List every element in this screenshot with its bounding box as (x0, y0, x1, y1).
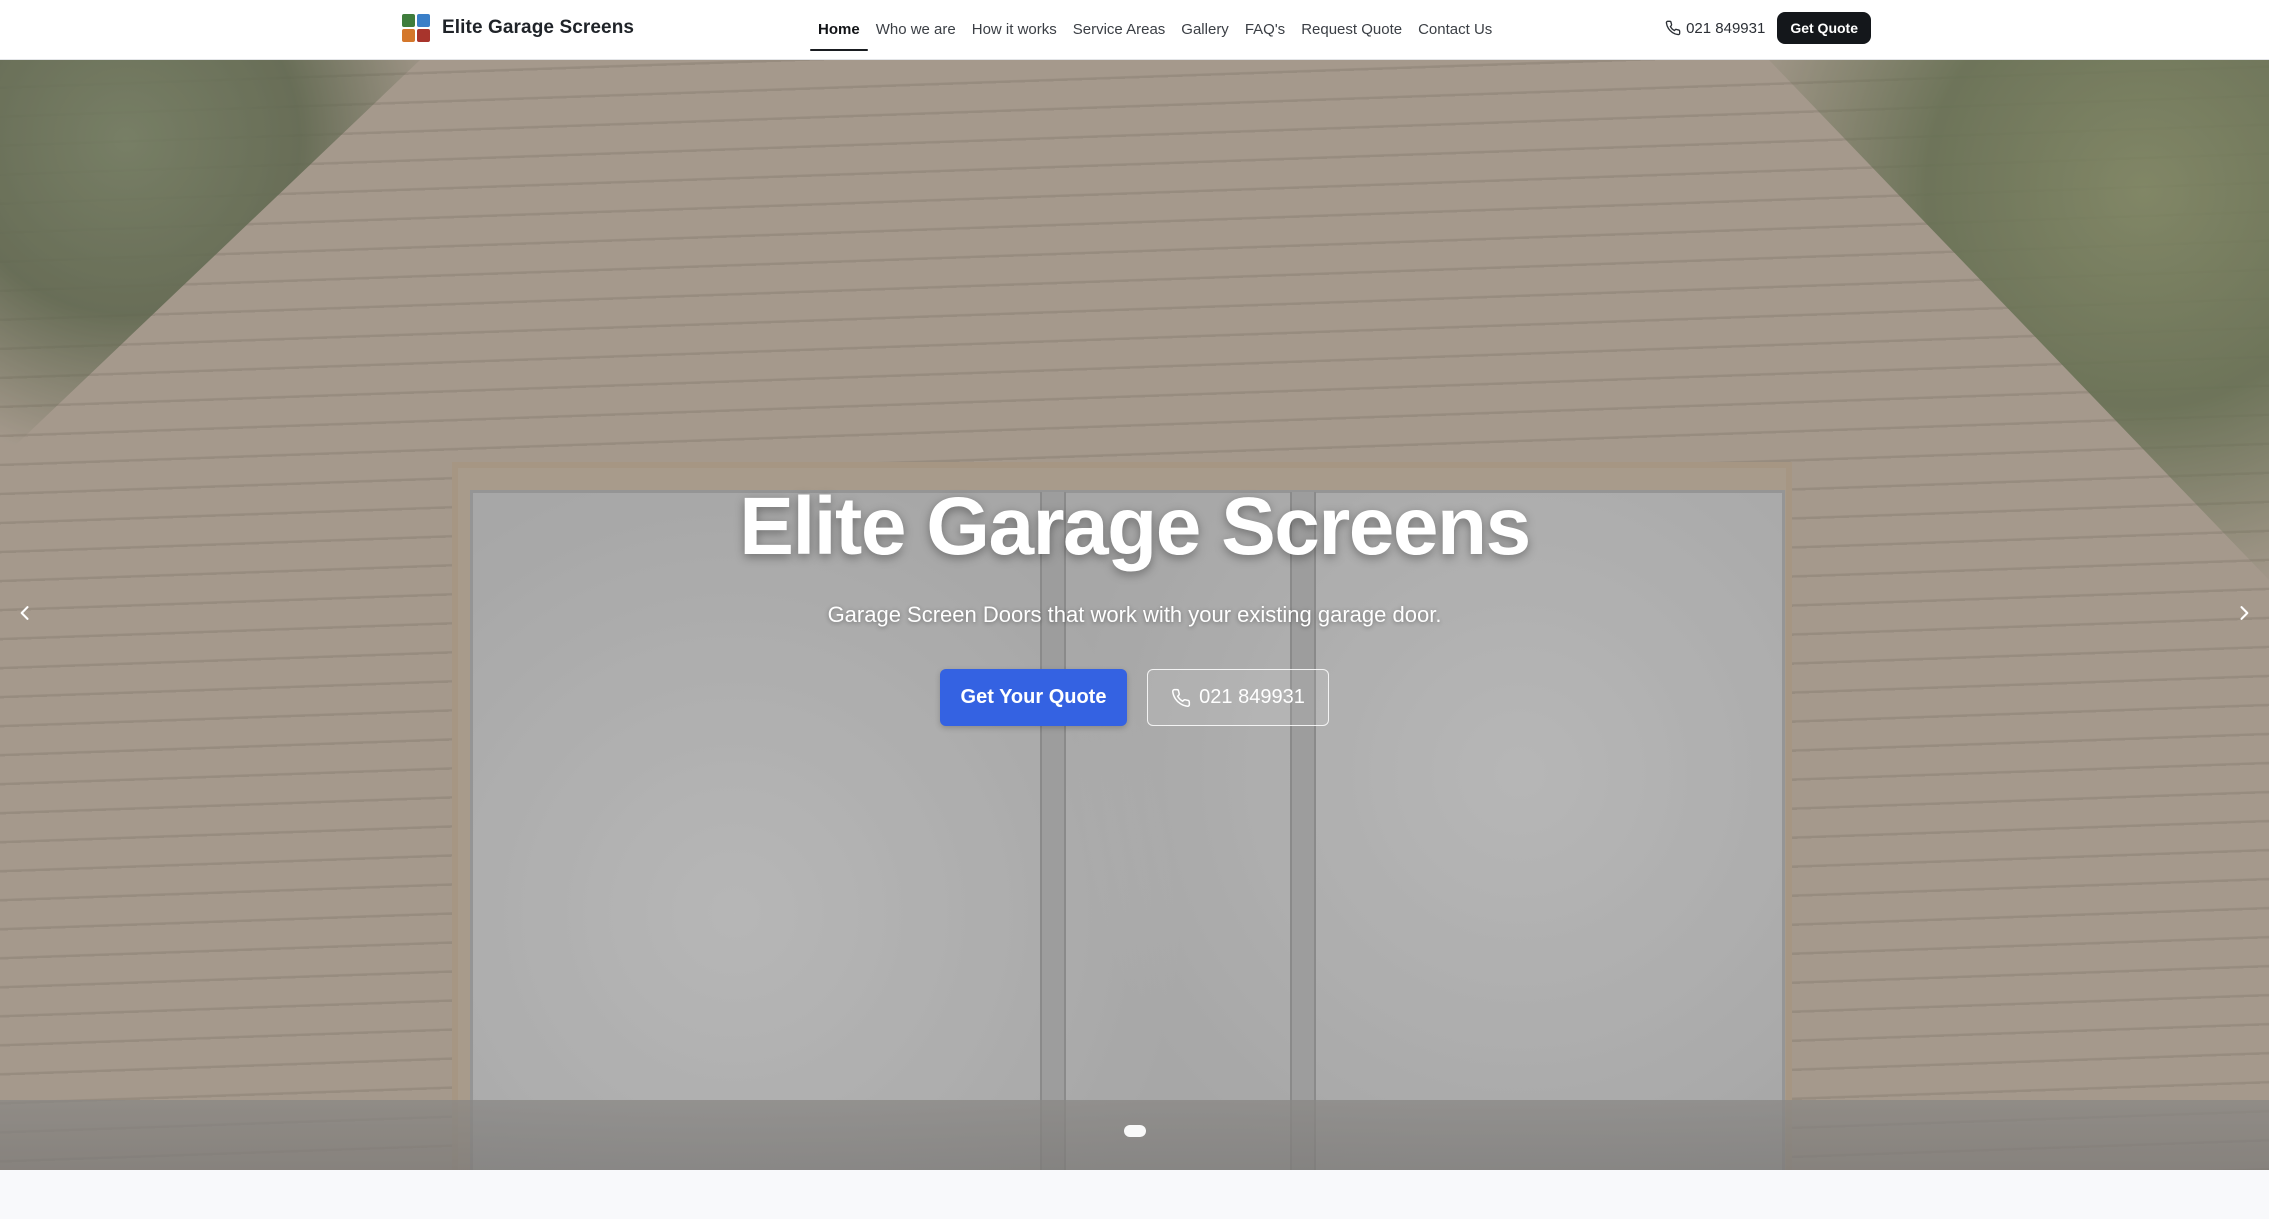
brand-name: Elite Garage Screens (442, 17, 635, 38)
logo-cell (417, 14, 430, 27)
phone-icon (1665, 20, 1681, 36)
hero-phone-button[interactable]: 021 849931 (1147, 669, 1329, 726)
carousel-dot[interactable] (1123, 1125, 1146, 1137)
nav-phone-link[interactable]: 021 849931 (1665, 20, 1765, 37)
phone-icon (1172, 688, 1191, 707)
nav-link-request-quote[interactable]: Request Quote (1293, 8, 1410, 52)
logo-cell (417, 29, 430, 42)
nav-link-service-areas[interactable]: Service Areas (1065, 8, 1174, 52)
carousel-next-button[interactable] (2229, 598, 2259, 628)
hero-subtitle: Garage Screen Doors that work with your … (827, 602, 1442, 627)
hero-carousel: Elite Garage Screens Garage Screen Doors… (0, 60, 2269, 1170)
nav-link-contact-us[interactable]: Contact Us (1410, 8, 1500, 52)
nav-link-faqs[interactable]: FAQ's (1237, 8, 1293, 52)
nav-phone-number: 021 849931 (1686, 19, 1766, 37)
nav-link-how-it-works[interactable]: How it works (964, 8, 1065, 52)
chevron-right-icon (2240, 606, 2249, 620)
get-your-quote-button[interactable]: Get Your Quote (940, 669, 1127, 726)
logo-cell (402, 14, 415, 27)
brand-link[interactable]: Elite Garage Screens (402, 13, 634, 43)
chevron-left-icon (20, 606, 29, 620)
nav-link-who-we-are[interactable]: Who we are (868, 8, 964, 52)
logo-cell (402, 29, 415, 42)
carousel-prev-button[interactable] (10, 598, 40, 628)
main-nav: Home Who we are How it works Service Are… (810, 0, 1500, 60)
hero-phone-number: 021 849931 (1199, 686, 1305, 708)
hero-title: Elite Garage Screens (739, 481, 1531, 572)
carousel-indicators (0, 1125, 2269, 1137)
top-navbar: Elite Garage Screens Home Who we are How… (0, 0, 2269, 60)
brand-logo (402, 14, 430, 42)
nav-actions: 021 849931 Get Quote (1665, 12, 1871, 44)
get-quote-button[interactable]: Get Quote (1777, 12, 1871, 44)
hero-buttons: Get Your Quote 021 849931 (0, 669, 2269, 726)
nav-link-gallery[interactable]: Gallery (1173, 8, 1237, 52)
nav-link-home[interactable]: Home (810, 8, 868, 52)
